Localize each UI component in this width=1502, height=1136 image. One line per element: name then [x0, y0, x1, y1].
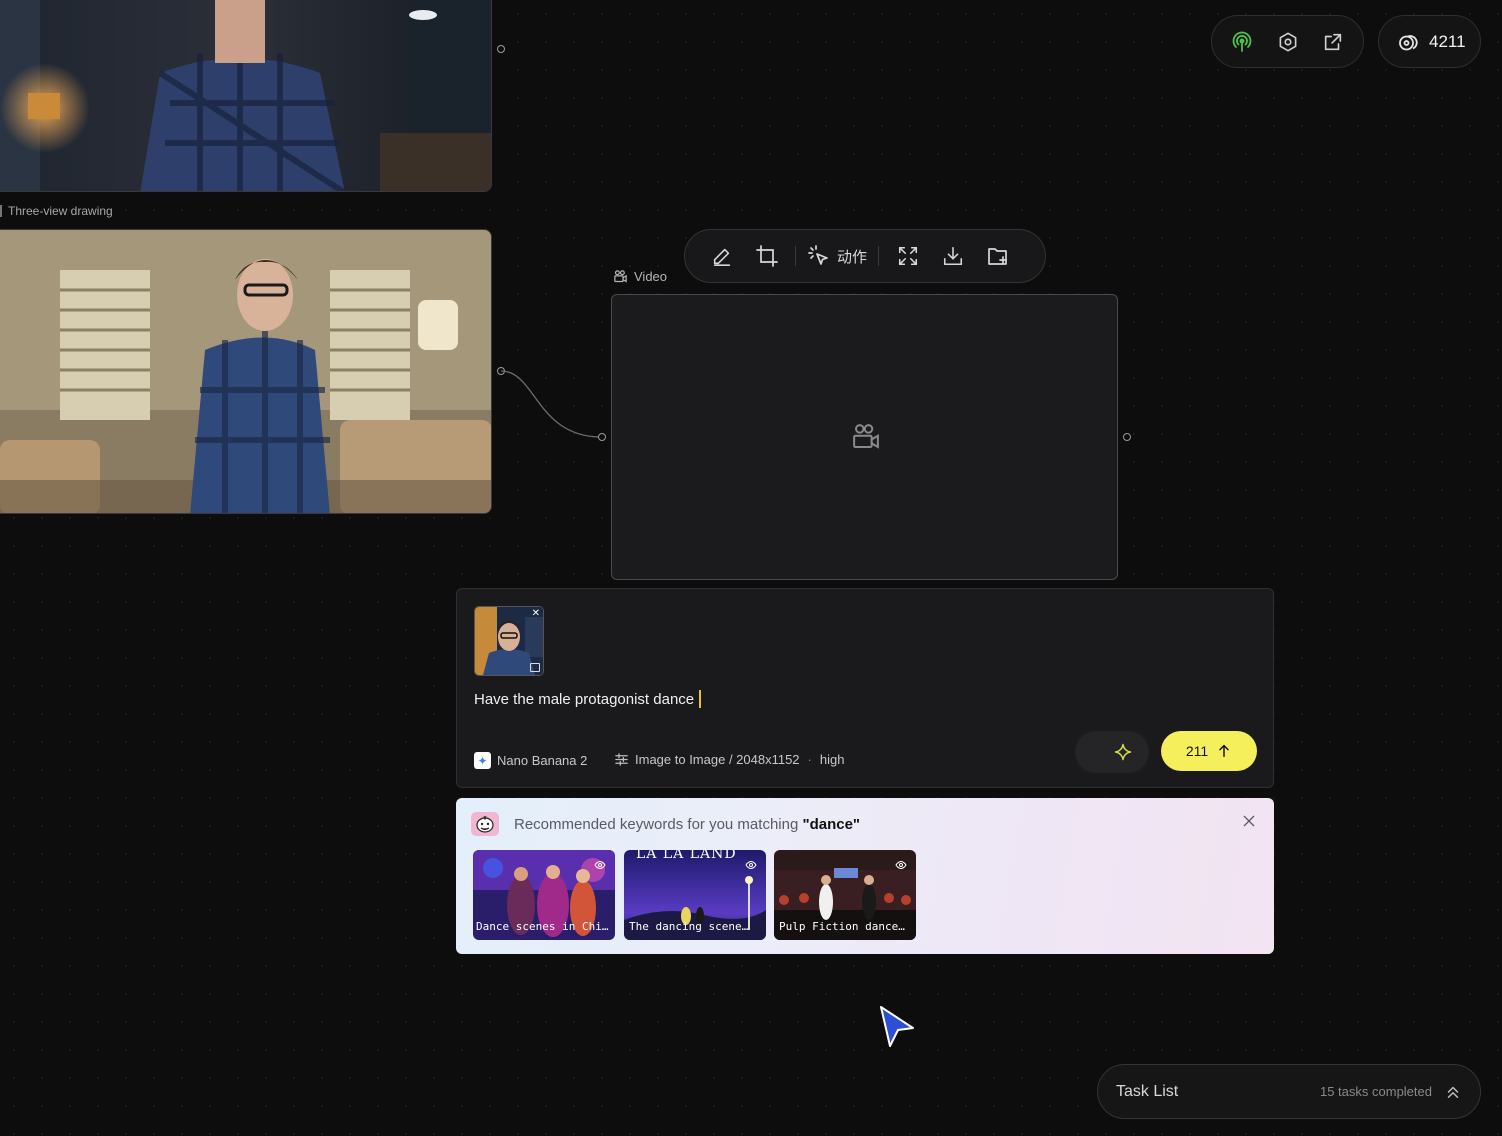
node-toolbar: 动作 — [684, 229, 1046, 283]
sliders-icon — [614, 752, 629, 767]
video-handle-out[interactable] — [1123, 433, 1131, 441]
portrait-image-top — [0, 0, 491, 191]
toolbar-divider — [795, 246, 796, 266]
prompt-panel: ✕ Have the male protagonist dance ✦ Nano… — [456, 588, 1274, 788]
three-view-label-text: Three-view drawing — [8, 204, 113, 218]
portrait-image-living-room — [0, 230, 491, 513]
action-label: 动作 — [836, 248, 867, 266]
arrow-up-icon — [1216, 743, 1232, 759]
settings-separator: · — [807, 752, 812, 767]
quality-text: high — [819, 752, 845, 767]
sparkle-icon — [1113, 742, 1133, 762]
expand-icon[interactable] — [885, 236, 930, 276]
crop-icon[interactable] — [744, 236, 789, 276]
prompt-input[interactable]: Have the male protagonist dance — [474, 690, 702, 708]
image-node-top[interactable] — [0, 0, 492, 192]
mouse-pointer-icon — [878, 1005, 916, 1054]
credits-count: 4211 — [1429, 31, 1466, 51]
three-view-label: Three-view drawing — [0, 204, 113, 218]
prompt-text: Have the male protagonist dance — [474, 690, 695, 708]
thumb-caption: Pulp Fiction dance… — [779, 920, 905, 933]
external-link-icon[interactable] — [1319, 28, 1347, 56]
recommendation-heading: Recommended keywords for you matching "d… — [514, 816, 860, 833]
model-name: Nano Banana 2 — [497, 753, 588, 768]
recommendation-keyword: "dance" — [802, 816, 861, 833]
folder-add-icon[interactable] — [975, 236, 1020, 276]
node-handle-top-right[interactable] — [497, 45, 505, 53]
credits-pill[interactable]: 4211 — [1378, 15, 1481, 68]
select-action-icon — [807, 244, 831, 268]
video-small-icon — [613, 269, 628, 284]
chevrons-up-icon[interactable] — [1444, 1083, 1462, 1101]
download-icon[interactable] — [930, 236, 975, 276]
image-node-three-view[interactable] — [0, 229, 492, 514]
edit-icon[interactable] — [699, 236, 744, 276]
preview-eye-icon[interactable] — [745, 858, 757, 876]
recommendation-thumb-3[interactable]: Pulp Fiction dance… — [774, 850, 916, 940]
label-marker — [0, 205, 2, 217]
video-camera-icon — [850, 422, 882, 457]
model-selector[interactable]: ✦ Nano Banana 2 — [474, 752, 587, 769]
recommendation-thumb-2[interactable]: LA LA LAND The dancing scene… — [624, 850, 766, 940]
close-icon[interactable] — [1241, 813, 1257, 834]
settings-hex-icon[interactable] — [1274, 28, 1302, 56]
image-type-icon — [530, 663, 540, 672]
enhance-button[interactable] — [1075, 731, 1149, 773]
thumb-caption: The dancing scene… — [629, 920, 749, 933]
generation-settings[interactable]: Image to Image / 2048x1152 · high — [614, 752, 844, 767]
broadcast-icon[interactable] — [1228, 28, 1256, 56]
submit-cost: 211 — [1185, 743, 1209, 759]
preview-eye-icon[interactable] — [895, 858, 907, 876]
video-node[interactable] — [611, 294, 1118, 580]
toolbar-divider — [878, 246, 879, 266]
video-node-label: Video — [613, 269, 667, 284]
recommendation-panel: Recommended keywords for you matching "d… — [456, 798, 1274, 954]
video-handle-in[interactable] — [598, 433, 606, 441]
reference-thumbnail[interactable]: ✕ — [474, 606, 544, 676]
remove-reference-icon[interactable]: ✕ — [532, 609, 540, 619]
mascot-icon — [471, 812, 499, 836]
coins-icon — [1397, 30, 1421, 54]
thumb-overlay-title: LA LA LAND — [636, 850, 737, 862]
node-connector — [500, 370, 601, 438]
action-button[interactable]: 动作 — [802, 236, 872, 276]
settings-text: Image to Image / 2048x1152 — [635, 752, 800, 767]
submit-button[interactable]: 211 — [1161, 731, 1257, 771]
thumb-caption: Dance scenes in Chi… — [476, 920, 609, 933]
preview-eye-icon[interactable] — [594, 858, 606, 876]
text-cursor — [699, 690, 702, 708]
video-label-text: Video — [634, 269, 668, 284]
top-actions-group — [1211, 15, 1364, 68]
task-list-status: 15 tasks completed — [1319, 1084, 1432, 1099]
model-logo-icon: ✦ — [474, 752, 491, 769]
task-list-bar[interactable]: Task List 15 tasks completed — [1097, 1064, 1481, 1119]
recommendation-prefix: Recommended keywords for you matching — [514, 816, 803, 833]
task-list-title: Task List — [1116, 1082, 1179, 1100]
recommendation-thumb-1[interactable]: Dance scenes in Chi… — [473, 850, 615, 940]
